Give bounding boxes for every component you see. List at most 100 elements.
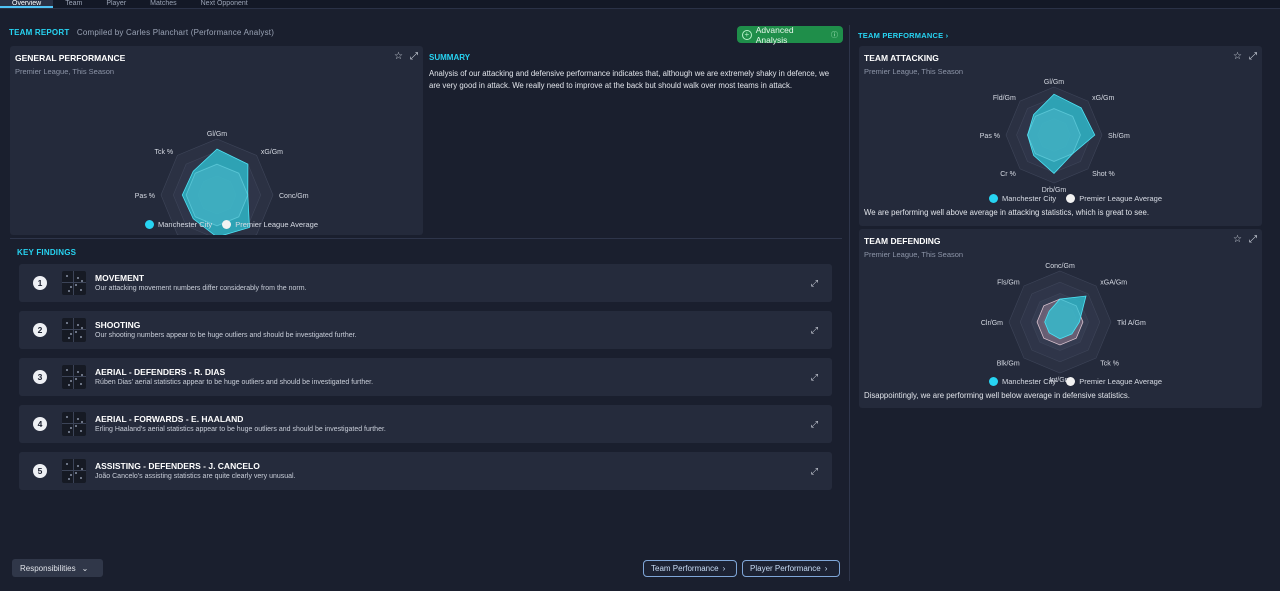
player-performance-button[interactable]: Player Performance › bbox=[742, 560, 840, 577]
finding-title: AERIAL - FORWARDS - E. HAALAND bbox=[95, 414, 244, 424]
info-icon[interactable]: ⓘ bbox=[831, 30, 838, 40]
legend-team-dot bbox=[989, 194, 998, 203]
legend-team-label: Manchester City bbox=[1002, 377, 1057, 386]
tab-matches[interactable]: Matches bbox=[138, 0, 188, 8]
legend-team-dot bbox=[989, 377, 998, 386]
team-defending-panel: TEAM DEFENDING Premier League, This Seas… bbox=[859, 229, 1262, 408]
advanced-analysis-button[interactable]: + Advanced Analysis ⓘ bbox=[737, 24, 843, 45]
legend-team-dot bbox=[145, 220, 154, 229]
summary-title: SUMMARY bbox=[429, 53, 471, 62]
general-legend: Manchester City Premier League Average bbox=[145, 220, 318, 229]
finding-movement[interactable]: 1 MOVEMENT Our attacking movement number… bbox=[19, 264, 832, 302]
legend-average-dot bbox=[1066, 194, 1076, 203]
finding-assisting-defenders[interactable]: 5 ASSISTING - DEFENDERS - J. CANCELO Joã… bbox=[19, 452, 832, 490]
general-performance-panel: GENERAL PERFORMANCE Premier League, This… bbox=[10, 46, 423, 235]
finding-title: ASSISTING - DEFENDERS - J. CANCELO bbox=[95, 461, 260, 471]
finding-number: 4 bbox=[33, 417, 47, 431]
pitch-thumbnail-icon bbox=[62, 365, 86, 389]
radar-axis-label: Fld/Gm bbox=[993, 95, 1016, 102]
finding-number: 1 bbox=[33, 276, 47, 290]
responsibilities-button[interactable]: Responsibilities ⌄ bbox=[12, 559, 103, 577]
legend-average-label: Premier League Average bbox=[235, 220, 319, 229]
legend-average-label: Premier League Average bbox=[1079, 194, 1163, 203]
finding-description: Erling Haaland's aerial statistics appea… bbox=[95, 426, 386, 433]
radar-axis-label: xG/Gm bbox=[1092, 95, 1114, 102]
expand-icon[interactable]: ⤢ bbox=[811, 325, 818, 336]
team-attacking-text: We are performing well above average in … bbox=[864, 208, 1150, 217]
team-report-title: TEAM REPORT bbox=[9, 28, 70, 37]
plus-circle-icon: + bbox=[742, 29, 752, 40]
pitch-thumbnail-icon bbox=[62, 271, 86, 295]
radar-axis-label: Conc/Gm bbox=[279, 193, 309, 200]
finding-title: AERIAL - DEFENDERS - R. DIAS bbox=[95, 367, 226, 377]
radar-axis-label: xGA/Gm bbox=[1100, 280, 1127, 287]
advanced-analysis-label: Advanced Analysis bbox=[755, 24, 794, 45]
tab-next-opponent[interactable]: Next Opponent bbox=[189, 0, 260, 8]
pitch-thumbnail-icon bbox=[62, 318, 86, 342]
radar-axis-label: Sh/Gm bbox=[1108, 133, 1130, 140]
legend-average-label: Premier League Average bbox=[1079, 377, 1163, 386]
finding-description: Our attacking movement numbers differ co… bbox=[95, 285, 307, 292]
chevron-right-icon: › bbox=[945, 31, 949, 40]
finding-title: SHOOTING bbox=[95, 320, 141, 330]
tab-divider bbox=[0, 8, 1280, 9]
radar-axis-label: Gl/Gm bbox=[207, 131, 227, 138]
vertical-divider bbox=[849, 25, 850, 581]
finding-description: João Cancelo's assisting statistics are … bbox=[95, 473, 296, 480]
radar-axis-label: Pas % bbox=[980, 133, 1000, 140]
radar-axis-label: Clr/Gm bbox=[981, 320, 1003, 327]
finding-number: 3 bbox=[33, 370, 47, 384]
horizontal-divider bbox=[10, 238, 842, 239]
finding-description: Rúben Dias' aerial statistics appear to … bbox=[95, 379, 374, 386]
radar-axis-label: Drb/Gm bbox=[1042, 187, 1067, 194]
radar-axis-label: Blk/Gm bbox=[997, 360, 1020, 367]
chevron-down-icon: ⌄ bbox=[81, 563, 89, 573]
radar-axis-label: Cr % bbox=[1000, 171, 1016, 178]
legend-average-dot bbox=[1066, 377, 1076, 386]
expand-icon[interactable]: ⤢ bbox=[811, 372, 818, 383]
pitch-thumbnail-icon bbox=[62, 412, 86, 436]
radar-axis-label: Tkl A/Gm bbox=[1117, 320, 1146, 327]
attacking-legend: Manchester City Premier League Average bbox=[989, 194, 1162, 203]
team-attacking-panel: TEAM ATTACKING Premier League, This Seas… bbox=[859, 46, 1262, 226]
team-performance-button[interactable]: Team Performance › bbox=[643, 560, 737, 577]
chevron-right-icon: › bbox=[824, 564, 828, 573]
legend-team-label: Manchester City bbox=[1002, 194, 1057, 203]
chevron-right-icon: › bbox=[722, 564, 726, 573]
radar-axis-label: Gl/Gm bbox=[1044, 79, 1064, 86]
compiled-by: Compiled by Carles Planchart (Performanc… bbox=[76, 28, 275, 37]
radar-axis-label: Tck % bbox=[1100, 360, 1119, 367]
finding-shooting[interactable]: 2 SHOOTING Our shooting numbers appear t… bbox=[19, 311, 832, 349]
responsibilities-label: Responsibilities bbox=[20, 563, 76, 573]
finding-number: 5 bbox=[33, 464, 47, 478]
team-performance-title: TEAM PERFORMANCE bbox=[858, 31, 944, 40]
finding-aerial-defenders[interactable]: 3 AERIAL - DEFENDERS - R. DIAS Rúben Dia… bbox=[19, 358, 832, 396]
expand-icon[interactable]: ⤢ bbox=[811, 466, 818, 477]
pitch-thumbnail-icon bbox=[62, 459, 86, 483]
tab-overview[interactable]: Overview bbox=[0, 0, 54, 8]
radar-axis-label: Conc/Gm bbox=[1045, 263, 1075, 270]
tab-player[interactable]: Player bbox=[94, 0, 138, 8]
expand-icon[interactable]: ⤢ bbox=[811, 278, 818, 289]
team-performance-link[interactable]: TEAM PERFORMANCE › bbox=[858, 31, 948, 40]
radar-axis-label: Tck % bbox=[154, 149, 173, 156]
team-defending-text: Disappointingly, we are performing well … bbox=[864, 391, 1130, 400]
legend-team-label: Manchester City bbox=[158, 220, 213, 229]
key-findings-title: KEY FINDINGS bbox=[17, 248, 77, 257]
radar-axis-label: xG/Gm bbox=[261, 149, 283, 156]
team-report-header: TEAM REPORT Compiled by Carles Planchart… bbox=[9, 28, 274, 37]
legend-average-dot bbox=[222, 220, 232, 229]
team-performance-label: Team Performance bbox=[651, 564, 719, 573]
finding-description: Our shooting numbers appear to be huge o… bbox=[95, 332, 357, 339]
summary-text: Analysis of our attacking and defensive … bbox=[429, 69, 830, 90]
finding-number: 2 bbox=[33, 323, 47, 337]
top-tabs: Overview Team Player Matches Next Oppone… bbox=[0, 0, 1280, 8]
radar-axis-label: Shot % bbox=[1092, 171, 1115, 178]
finding-aerial-forwards[interactable]: 4 AERIAL - FORWARDS - E. HAALAND Erling … bbox=[19, 405, 832, 443]
radar-axis-label: Pas % bbox=[135, 193, 155, 200]
expand-icon[interactable]: ⤢ bbox=[811, 419, 818, 430]
tab-team[interactable]: Team bbox=[53, 0, 94, 8]
player-performance-label: Player Performance bbox=[750, 564, 821, 573]
defending-legend: Manchester City Premier League Average bbox=[989, 377, 1162, 386]
finding-title: MOVEMENT bbox=[95, 273, 145, 283]
